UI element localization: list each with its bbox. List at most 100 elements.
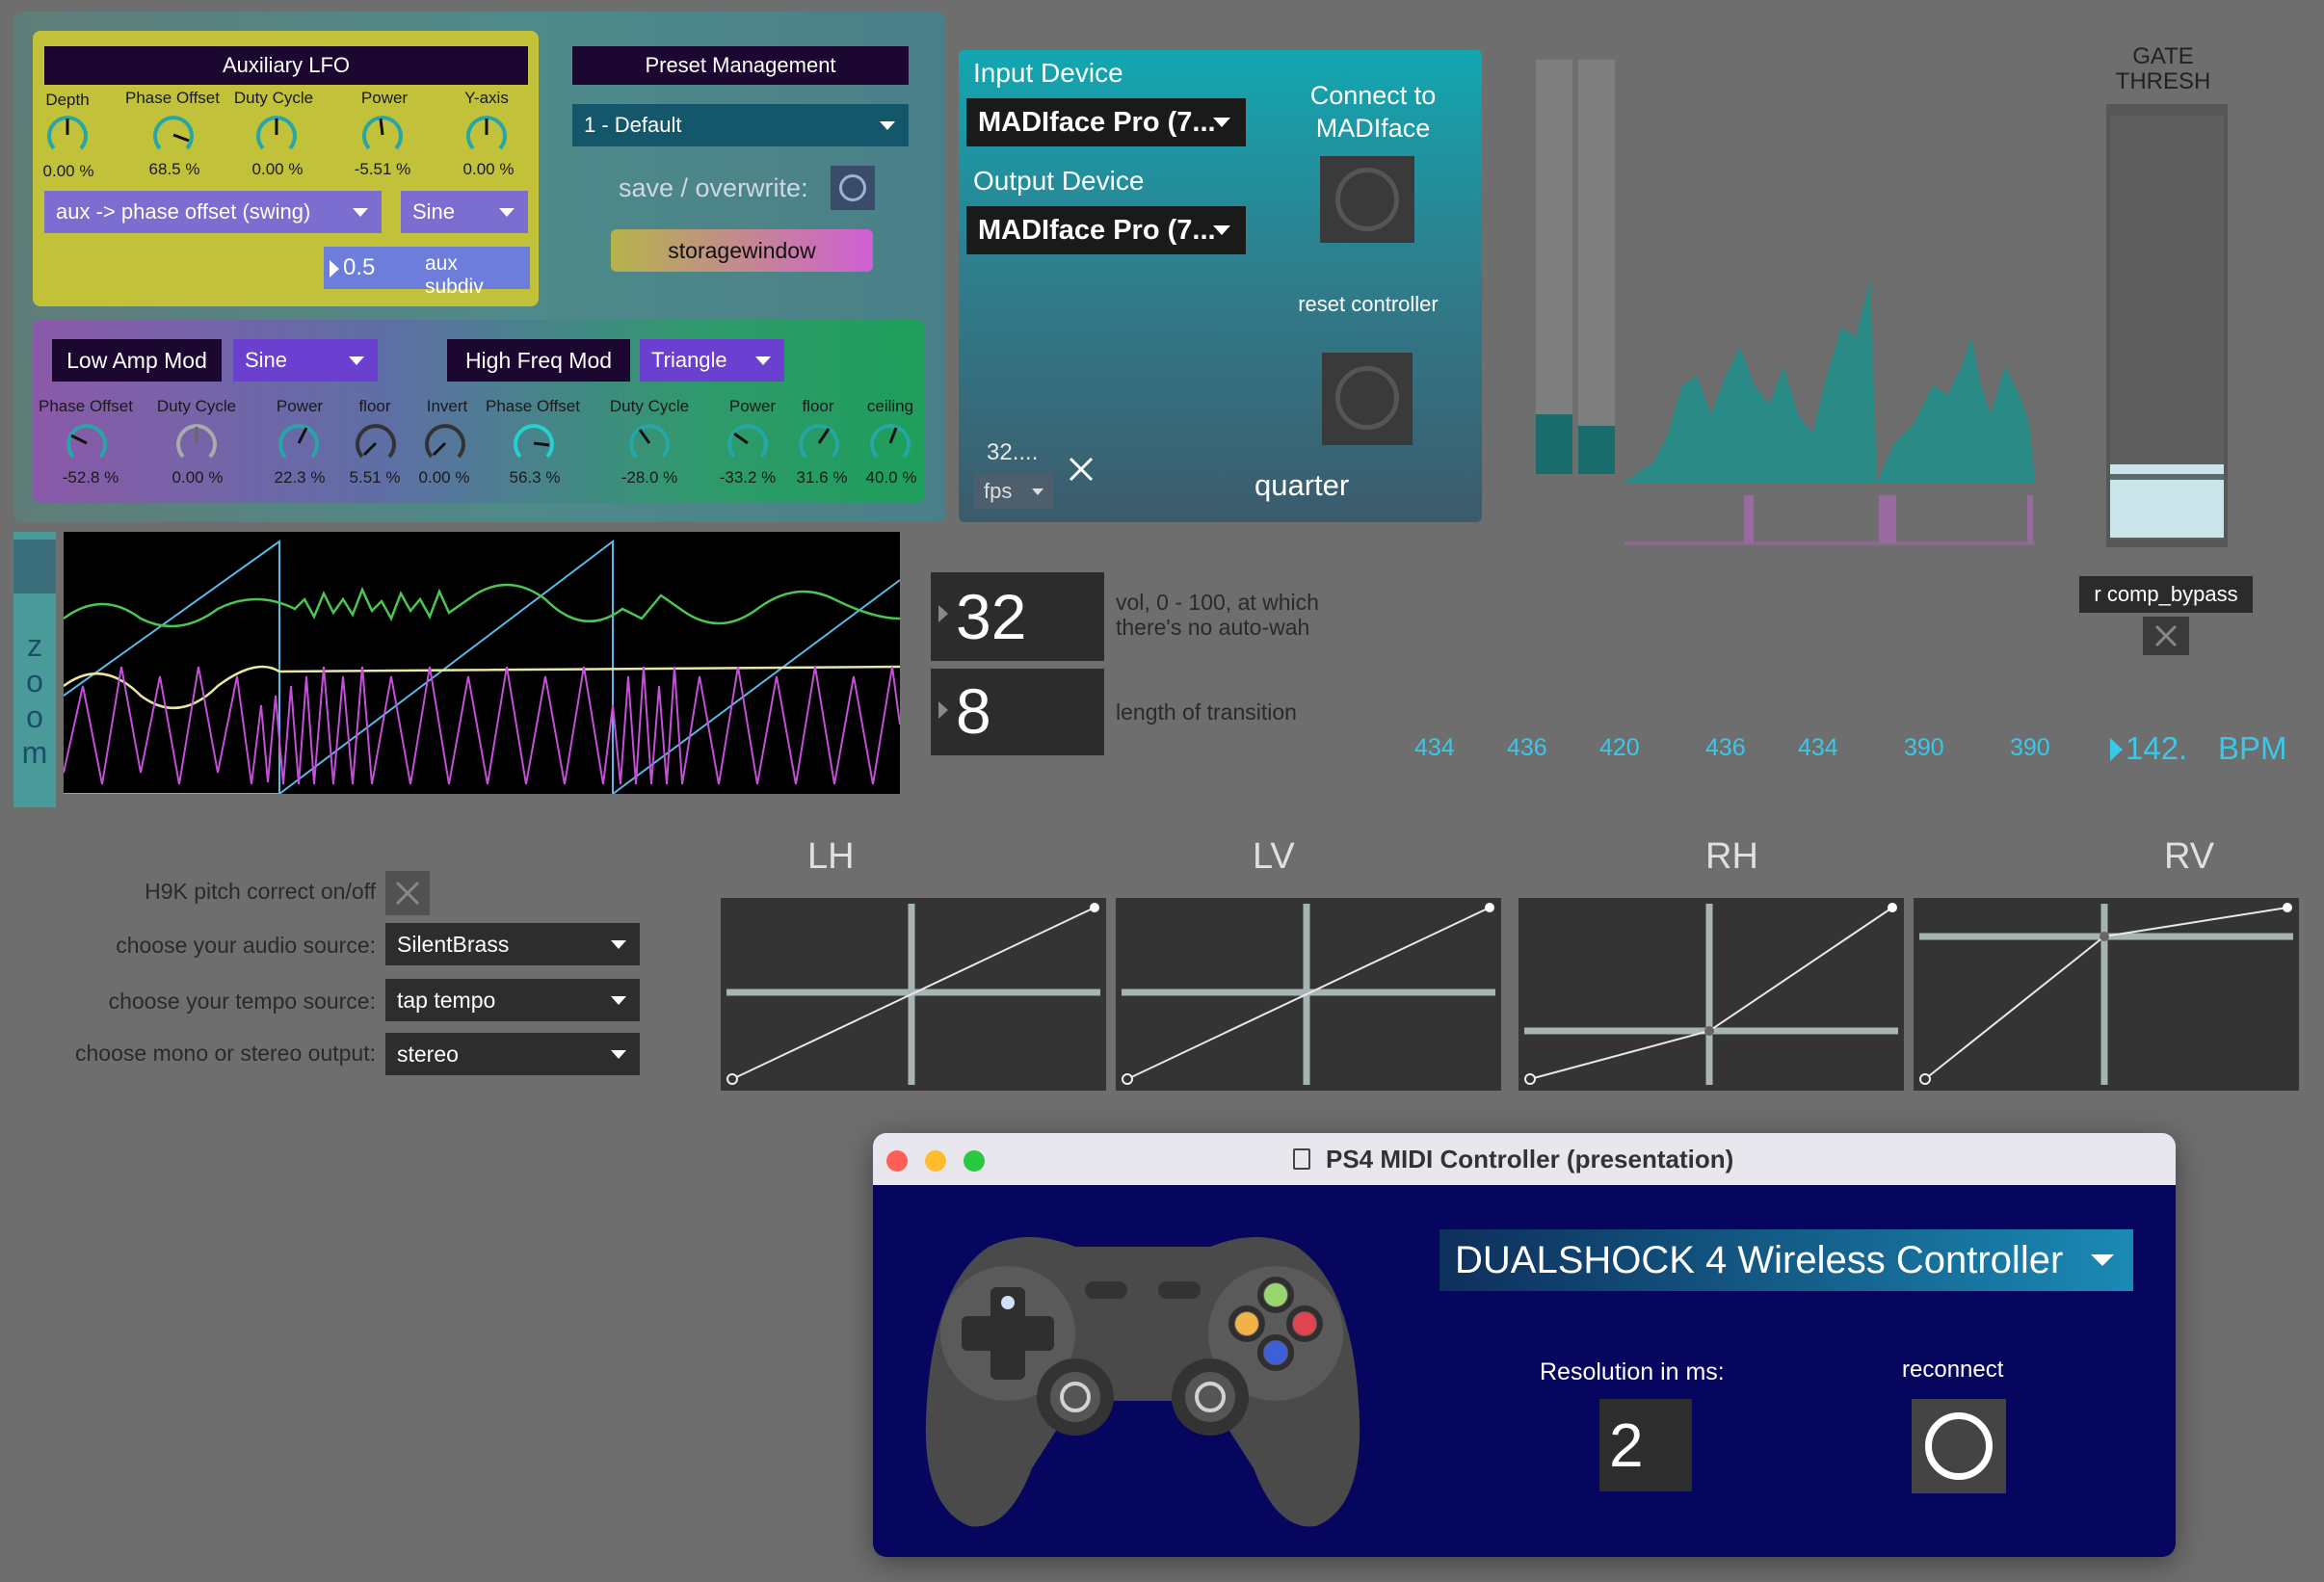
- input-device-label: Input Device: [973, 58, 1123, 88]
- document-icon: [1293, 1148, 1310, 1170]
- aux-target-text: aux -> phase offset (swing): [56, 199, 311, 224]
- preset-dropdown[interactable]: 1 - Default: [572, 104, 909, 146]
- output-mode-label: choose mono or stereo output:: [75, 1041, 376, 1066]
- aux-target-dropdown[interactable]: aux -> phase offset (swing): [44, 191, 382, 233]
- reset-controller-button[interactable]: [1322, 353, 1413, 445]
- auto-wah-value: 32: [956, 581, 1027, 652]
- quarter-label: quarter: [1254, 468, 1350, 502]
- low-phase-offset-label: Phase Offset: [39, 397, 133, 415]
- high-floor-value: 31.6 %: [796, 468, 848, 487]
- lv-curve-graph[interactable]: [1116, 898, 1501, 1091]
- low-invert-label: Invert: [426, 397, 468, 415]
- aux-shape-dropdown[interactable]: Sine: [401, 191, 528, 233]
- ps4-window: PS4 MIDI Controller (presentation) DUALS…: [873, 1133, 2176, 1557]
- y-axis-knob[interactable]: [463, 112, 510, 158]
- axis-label-lh: LH: [807, 836, 855, 877]
- fps-dropdown[interactable]: fps: [974, 474, 1053, 509]
- high-duty-cycle-knob[interactable]: [626, 420, 673, 466]
- low-duty-cycle-value: 0.00 %: [172, 468, 224, 487]
- axis-label-rh: RH: [1705, 836, 1758, 877]
- depth-value: 0.00 %: [42, 162, 94, 180]
- low-power-knob[interactable]: [276, 420, 322, 466]
- meter-fill: [1578, 426, 1615, 474]
- zoom-window-button[interactable]: [964, 1150, 985, 1172]
- high-freq-shape-text: Triangle: [651, 348, 727, 372]
- auto-wah-numbox[interactable]: 32: [931, 572, 1104, 661]
- output-mode-dropdown[interactable]: stereo: [385, 1033, 640, 1075]
- lh-curve-graph[interactable]: [721, 898, 1106, 1091]
- high-power-label: Power: [728, 397, 777, 415]
- high-phase-offset-knob[interactable]: [511, 420, 557, 466]
- preset-title: Preset Management: [572, 46, 909, 85]
- high-ceiling-value: 40.0 %: [865, 468, 917, 487]
- comp-bypass-toggle[interactable]: [2143, 617, 2189, 655]
- connect-button[interactable]: [1320, 156, 1414, 243]
- input-device-text: MADIface Pro (7...: [978, 107, 1216, 138]
- circle-icon: [1925, 1412, 1993, 1480]
- output-device-dropdown[interactable]: MADIface Pro (7...: [966, 206, 1246, 254]
- low-floor-label: floor: [358, 397, 391, 415]
- high-floor-knob[interactable]: [796, 420, 842, 466]
- output-device-text: MADIface Pro (7...: [978, 215, 1216, 246]
- play-triangle-icon: [330, 260, 339, 277]
- reconnect-button[interactable]: [1912, 1399, 2006, 1493]
- depth-knob[interactable]: [44, 112, 91, 158]
- pitch-correct-toggle[interactable]: [385, 871, 430, 915]
- fps-value: 32....: [987, 439, 1039, 465]
- chevron-down-icon: [611, 940, 626, 949]
- preset-text: 1 - Default: [584, 113, 682, 137]
- storagewindow-button[interactable]: storagewindow: [611, 229, 873, 272]
- phase-offset-value: 68.5 %: [148, 160, 200, 178]
- circle-icon: [839, 174, 866, 201]
- resolution-numbox[interactable]: 2: [1599, 1399, 1692, 1491]
- rh-curve-graph[interactable]: [1519, 898, 1904, 1091]
- level-meter-right: [1578, 60, 1615, 474]
- knob-label-phase-offset: Phase Offset: [125, 89, 220, 107]
- close-icon[interactable]: [1067, 455, 1096, 484]
- low-invert-knob[interactable]: [422, 420, 468, 466]
- high-phase-offset-value: 56.3 %: [509, 468, 561, 487]
- input-device-dropdown[interactable]: MADIface Pro (7...: [966, 98, 1246, 146]
- phase-offset-knob[interactable]: [150, 112, 197, 158]
- low-duty-cycle-label: Duty Cycle: [156, 397, 237, 415]
- low-phase-offset-knob[interactable]: [64, 420, 110, 466]
- bpm-history-value: 420: [1599, 734, 1640, 761]
- controller-dropdown[interactable]: DUALSHOCK 4 Wireless Controller: [1439, 1229, 2133, 1291]
- resolution-value: 2: [1609, 1411, 1644, 1480]
- high-freq-title: High Freq Mod: [447, 339, 630, 382]
- tempo-source-text: tap tempo: [397, 988, 496, 1013]
- output-device-label: Output Device: [973, 166, 1145, 196]
- low-amp-shape-text: Sine: [245, 348, 288, 372]
- close-window-button[interactable]: [886, 1150, 908, 1172]
- gate-thresh-slider[interactable]: [2106, 104, 2228, 547]
- minimize-window-button[interactable]: [925, 1150, 946, 1172]
- transition-numbox[interactable]: 8: [931, 669, 1104, 755]
- window-title: PS4 MIDI Controller (presentation): [1326, 1145, 1734, 1173]
- tempo-source-dropdown[interactable]: tap tempo: [385, 979, 640, 1021]
- aux-subdiv-numbox[interactable]: 0.5 aux subdiv: [324, 247, 530, 298]
- knob-label-power: Power: [360, 89, 409, 107]
- low-invert-value: 0.00 %: [418, 468, 470, 487]
- high-power-knob[interactable]: [725, 420, 771, 466]
- audio-source-dropdown[interactable]: SilentBrass: [385, 923, 640, 965]
- rv-curve-graph[interactable]: [1914, 898, 2299, 1091]
- reset-controller-label: reset controller: [1298, 292, 1439, 316]
- high-ceiling-knob[interactable]: [867, 420, 913, 466]
- duty-cycle-knob[interactable]: [253, 112, 300, 158]
- low-floor-knob[interactable]: [353, 420, 399, 466]
- lfo-oscilloscope: [64, 532, 900, 794]
- power-value: -5.51 %: [354, 160, 411, 178]
- save-overwrite-button[interactable]: [831, 166, 875, 210]
- zoom-slider[interactable]: zoom: [13, 532, 56, 807]
- bpm-value[interactable]: 142.: [2126, 730, 2187, 767]
- high-freq-shape-dropdown[interactable]: Triangle: [640, 339, 784, 382]
- low-amp-shape-dropdown[interactable]: Sine: [233, 339, 378, 382]
- resolution-label: Resolution in ms:: [1540, 1358, 1725, 1385]
- knob-label-depth: Depth: [45, 91, 90, 109]
- chevron-down-icon: [499, 208, 515, 217]
- chevron-down-icon: [1213, 118, 1230, 127]
- power-knob[interactable]: [359, 112, 406, 158]
- connect-label: Connect to MADIface: [1309, 81, 1437, 143]
- low-duty-cycle-knob[interactable]: [173, 420, 220, 466]
- low-power-value: 22.3 %: [274, 468, 326, 487]
